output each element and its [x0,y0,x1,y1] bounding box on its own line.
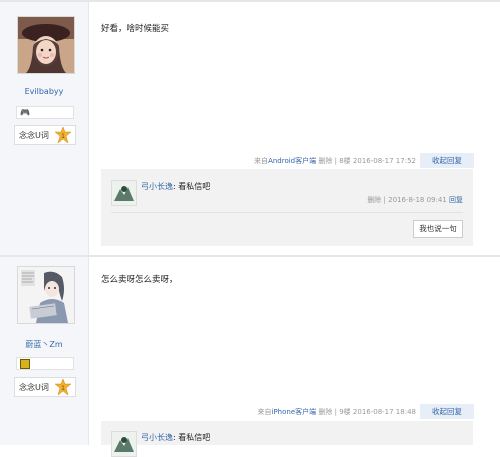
username[interactable]: Evilbabyy [0,87,88,96]
source-link[interactable]: Android客户端 [268,157,316,165]
post-meta: 来自Android客户端 删除 | 8楼 2016-08-17 17:52 [254,156,416,166]
reply-avatar[interactable] [111,180,137,206]
post-meta: 来自iPhone客户端 删除 | 9楼 2016-08-17 18:48 [258,407,417,417]
level-label: 念念U词 [19,131,49,140]
sub-reply-list: 弓小长逸: 看私信吧 删除 | 2016-8-18 09:41 回复 我也说一句 [101,169,473,246]
post-time: 2016-08-17 17:52 [352,157,416,165]
reply-avatar-image [112,181,136,205]
meta-sep: | [334,408,337,416]
username[interactable]: 蔚蓝丶Zm [0,339,88,350]
post-floor-8: Evilbabyy 🎮 念念U词 1 好看，啥时候能买 来自Android客户端… [0,2,500,255]
source-prefix: 来自 [257,408,272,416]
reply-body: 弓小长逸: 看私信吧 [141,432,210,443]
floor-number: 9楼 [339,408,351,416]
sub-reply-list: 弓小长逸: 看私信吧 [101,421,473,457]
reply-author[interactable]: 弓小长逸 [141,182,173,191]
icon-badge-bar [16,357,74,370]
reply-text: 看私信吧 [178,182,211,191]
reply-reply-link[interactable]: 回复 [449,196,463,204]
post-content: 好看，啥时候能买 [101,24,170,34]
reply-colon: : [173,433,176,442]
post-time: 2016-08-17 18:48 [352,408,416,416]
floor-number: 8楼 [339,157,351,165]
source-link[interactable]: iPhone客户端 [272,408,317,416]
reply-body: 弓小长逸: 看私信吧 [141,181,210,192]
post-floor-9: 蔚蓝丶Zm 念念U词 1 怎么卖呀怎么卖呀， 来自iPhone客户端 删除 | … [0,257,500,457]
user-sidebar: 蔚蓝丶Zm 念念U词 1 [0,257,89,445]
game-icon[interactable]: 🎮 [20,108,30,117]
svg-text:1: 1 [61,385,65,392]
collapse-replies-button[interactable]: 收起回复 [420,153,474,168]
delete-link[interactable]: 删除 [318,157,332,165]
reply-avatar-image [112,432,136,456]
source-prefix: 来自 [254,157,269,165]
sub-reply: 弓小长逸: 看私信吧 [111,429,463,457]
level-star-icon: 1 [55,379,71,395]
level-label: 念念U词 [19,383,49,392]
level-badge[interactable]: 念念U词 1 [14,125,76,145]
avatar[interactable] [17,16,75,74]
post-content: 怎么卖呀怎么卖呀， [101,275,178,285]
reply-meta: 删除 | 2016-8-18 09:41 回复 [367,195,463,205]
delete-link[interactable]: 删除 [318,408,332,416]
reply-delete-link[interactable]: 删除 [367,196,381,204]
medal-icon[interactable] [20,359,30,369]
reply-meta-sep: | [383,196,386,204]
level-star-icon: 1 [55,127,71,143]
svg-text:1: 1 [61,133,65,140]
sub-reply: 弓小长逸: 看私信吧 删除 | 2016-8-18 09:41 回复 [111,178,463,208]
avatar-image [18,267,74,323]
level-badge[interactable]: 念念U词 1 [14,377,76,397]
collapse-replies-button[interactable]: 收起回复 [420,404,474,419]
user-sidebar: Evilbabyy 🎮 念念U词 1 [0,2,89,255]
reply-time: 2016-8-18 09:41 [388,196,447,204]
reply-colon: : [173,182,176,191]
reply-avatar[interactable] [111,431,137,457]
sub-reply-divider [111,212,463,213]
meta-sep: | [334,157,337,165]
icon-badge-bar: 🎮 [16,106,74,119]
avatar[interactable] [17,266,75,324]
reply-author[interactable]: 弓小长逸 [141,433,173,442]
say-something-button[interactable]: 我也说一句 [413,220,463,238]
avatar-image [18,17,74,73]
reply-text: 看私信吧 [178,433,211,442]
